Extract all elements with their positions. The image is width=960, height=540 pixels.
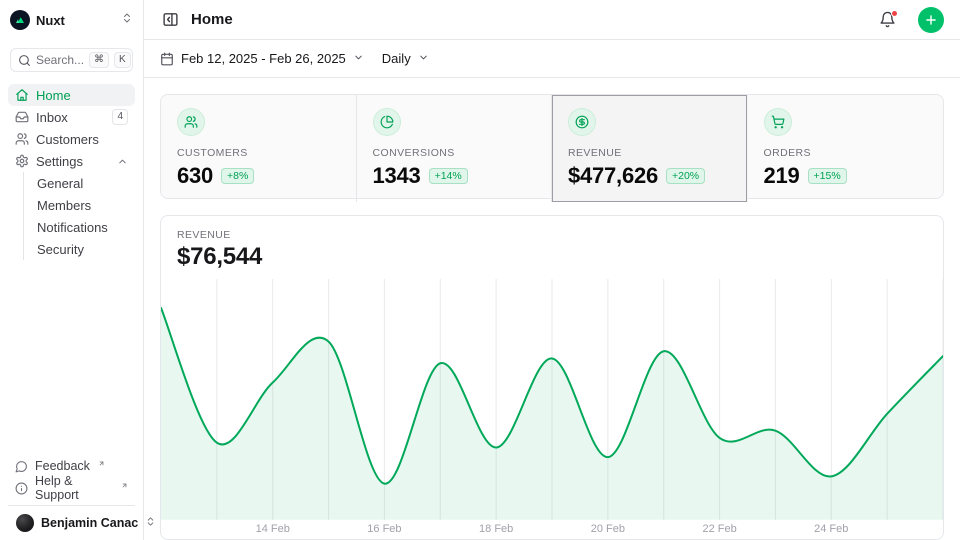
workspace-switcher[interactable]: Nuxt	[0, 0, 143, 38]
stat-card-customers[interactable]: CUSTOMERS 630 +8%	[161, 95, 357, 202]
x-tick-label: 16 Feb	[367, 523, 401, 535]
sidebar-item-settings-security[interactable]: Security	[37, 238, 135, 260]
subnav-label: General	[37, 176, 128, 191]
stat-value: 219	[764, 163, 800, 189]
workspace-name: Nuxt	[36, 13, 115, 28]
stat-delta-badge: +14%	[429, 168, 468, 184]
stats-row: CUSTOMERS 630 +8% CONVERSIONS 1343 +14%	[160, 94, 944, 199]
chart-title: REVENUE	[177, 229, 927, 241]
subnav-label: Notifications	[37, 220, 128, 235]
stat-label: ORDERS	[764, 147, 928, 159]
dashboard-content: CUSTOMERS 630 +8% CONVERSIONS 1343 +14%	[144, 78, 960, 540]
app-window: Nuxt Search... ⌘ K Home Inbox 4	[0, 0, 960, 540]
help-support-label: Help & Support	[35, 474, 113, 502]
stat-delta-badge: +15%	[808, 168, 847, 184]
filters-toolbar: Feb 12, 2025 - Feb 26, 2025 Daily	[144, 40, 960, 78]
inbox-count-badge: 4	[112, 109, 128, 125]
sidebar-footer: Feedback Help & Support Benjamin Canac	[0, 451, 143, 540]
sidebar-nav: Home Inbox 4 Customers Settings Gener	[0, 80, 143, 451]
search-icon	[18, 54, 31, 67]
users-icon	[177, 108, 205, 136]
stat-value: $477,626	[568, 163, 658, 189]
x-tick-label: 20 Feb	[591, 523, 625, 535]
shopping-cart-icon	[764, 108, 792, 136]
inbox-icon	[15, 110, 29, 124]
info-icon	[15, 482, 28, 495]
user-name: Benjamin Canac	[41, 516, 138, 530]
stat-label: CUSTOMERS	[177, 147, 340, 159]
sidebar-collapse-button[interactable]	[160, 9, 181, 30]
chart-plot-area[interactable]	[161, 279, 943, 520]
x-tick-label: 14 Feb	[256, 523, 290, 535]
stat-delta-badge: +8%	[221, 168, 254, 184]
users-icon	[15, 132, 29, 146]
sidebar-item-inbox[interactable]: Inbox 4	[8, 106, 135, 128]
sidebar-item-settings-notifications[interactable]: Notifications	[37, 216, 135, 238]
home-icon	[15, 88, 29, 102]
sidebar: Nuxt Search... ⌘ K Home Inbox 4	[0, 0, 144, 540]
search-placeholder: Search...	[36, 53, 84, 67]
page-header: Home	[144, 0, 960, 40]
stat-card-orders[interactable]: ORDERS 219 +15%	[748, 95, 944, 202]
message-circle-icon	[15, 460, 28, 473]
chevron-up-icon	[117, 156, 128, 167]
subnav-label: Members	[37, 198, 128, 213]
stat-card-conversions[interactable]: CONVERSIONS 1343 +14%	[357, 95, 553, 202]
chart-pie-icon	[373, 108, 401, 136]
notification-dot	[891, 10, 898, 17]
sidebar-item-label: Home	[36, 88, 128, 103]
sidebar-item-settings-general[interactable]: General	[37, 172, 135, 194]
sidebar-item-label: Customers	[36, 132, 128, 147]
main-area: Home Feb 12, 2025 - Feb 26, 2025 Daily	[144, 0, 960, 540]
search-input[interactable]: Search... ⌘ K	[10, 48, 133, 72]
settings-subnav: General Members Notifications Security	[23, 172, 135, 260]
period-label: Daily	[382, 51, 411, 66]
page-title: Home	[191, 11, 867, 28]
notifications-button[interactable]	[877, 9, 898, 30]
sidebar-item-label: Settings	[36, 154, 110, 169]
feedback-label: Feedback	[35, 459, 90, 473]
chart-x-axis: 14 Feb 16 Feb 18 Feb 20 Feb 22 Feb 24 Feb	[161, 520, 943, 539]
avatar	[16, 514, 34, 532]
external-link-icon	[121, 478, 128, 492]
gear-icon	[15, 154, 29, 168]
kbd-cmd: ⌘	[89, 52, 109, 68]
revenue-chart-card: REVENUE $76,544 14 Feb 16 Feb 18 Feb 20 Feb…	[160, 215, 944, 540]
external-link-icon	[98, 456, 105, 470]
subnav-label: Security	[37, 242, 128, 257]
user-menu[interactable]: Benjamin Canac	[8, 505, 135, 540]
nuxt-logo-icon	[10, 10, 30, 30]
revenue-chart-svg	[161, 279, 943, 520]
calendar-icon	[160, 52, 174, 66]
chevron-down-icon	[418, 51, 429, 66]
stat-label: CONVERSIONS	[373, 147, 536, 159]
stat-delta-badge: +20%	[666, 168, 705, 184]
help-support-link[interactable]: Help & Support	[8, 477, 135, 499]
stat-value: 1343	[373, 163, 421, 189]
sidebar-item-settings-members[interactable]: Members	[37, 194, 135, 216]
chart-header: REVENUE $76,544	[161, 216, 943, 279]
x-tick-label: 24 Feb	[814, 523, 848, 535]
sidebar-item-settings[interactable]: Settings	[8, 150, 135, 172]
x-tick-label: 18 Feb	[479, 523, 513, 535]
add-button[interactable]	[918, 7, 944, 33]
stat-label: REVENUE	[568, 147, 731, 159]
sidebar-item-customers[interactable]: Customers	[8, 128, 135, 150]
period-select[interactable]: Daily	[382, 51, 429, 66]
stat-value: 630	[177, 163, 213, 189]
circle-dollar-icon	[568, 108, 596, 136]
plus-icon	[924, 13, 938, 27]
chevron-down-icon	[353, 51, 364, 66]
stat-card-revenue[interactable]: REVENUE $477,626 +20%	[552, 95, 748, 202]
date-range-label: Feb 12, 2025 - Feb 26, 2025	[181, 51, 346, 66]
x-tick-label: 22 Feb	[702, 523, 736, 535]
date-range-picker[interactable]: Feb 12, 2025 - Feb 26, 2025	[160, 51, 364, 66]
sidebar-item-label: Inbox	[36, 110, 105, 125]
chevrons-up-down-icon	[121, 11, 133, 29]
panel-left-close-icon	[162, 11, 179, 28]
kbd-k: K	[114, 52, 131, 68]
chart-current-value: $76,544	[177, 243, 927, 271]
sidebar-item-home[interactable]: Home	[8, 84, 135, 106]
